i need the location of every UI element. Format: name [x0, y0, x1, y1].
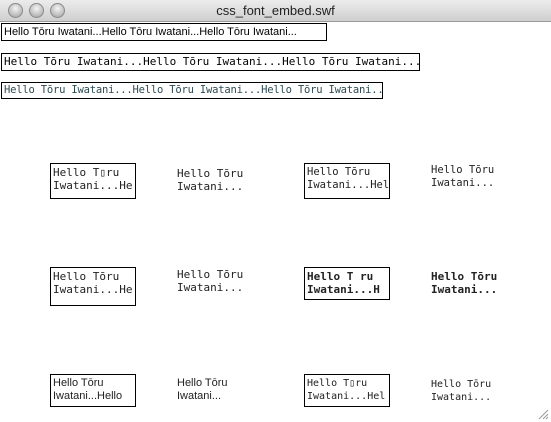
app-window: css_font_embed.swf Hello Tōru Iwatani...… [0, 0, 551, 422]
text-field-mono[interactable]: Hello Tōru Iwatani...Hello Tōru Iwatani.… [1, 53, 420, 71]
text-cell-r2c3[interactable]: Hello T ru Iwatani...H [304, 267, 390, 300]
text-cell-r1c1[interactable]: Hello T▯ru Iwatani...He [50, 163, 136, 199]
text-cell-r2c1[interactable]: Hello Tōru Iwatani...He [50, 267, 136, 306]
text-field-embedded[interactable]: Hello Tōru Iwatani...Hello Tōru Iwatani.… [1, 82, 383, 99]
resize-grip-icon[interactable] [537, 408, 549, 420]
text-cell-r2c2: Hello Tōru Iwatani... [177, 268, 244, 294]
text-cell-r3c4: Hello Tōru Iwatani... [431, 379, 492, 403]
text-cell-r3c1[interactable]: Hello Tōru Iwatani...Hello [50, 374, 136, 407]
text-cell-r2c4: Hello Tōru Iwatani... [431, 270, 498, 296]
text-cell-r3c2: Hello Tōru Iwatani... [177, 377, 228, 402]
title-bar: css_font_embed.swf [0, 0, 551, 22]
text-cell-r1c4: Hello Tōru Iwatani... [431, 164, 495, 189]
text-cell-r1c2: Hello Tōru Iwatani... [177, 167, 244, 193]
text-field-sans[interactable]: Hello Tōru Iwatani...Hello Tōru Iwatani.… [1, 23, 327, 41]
text-cell-r1c3[interactable]: Hello Tōru Iwatani...Hel [304, 163, 390, 199]
swf-content: Hello Tōru Iwatani... Hello Tōru Iwatani.… [0, 22, 551, 422]
window-title: css_font_embed.swf [216, 3, 335, 18]
text-cell-r3c3[interactable]: Hello T▯ru Iwatani...Hel [304, 374, 390, 407]
